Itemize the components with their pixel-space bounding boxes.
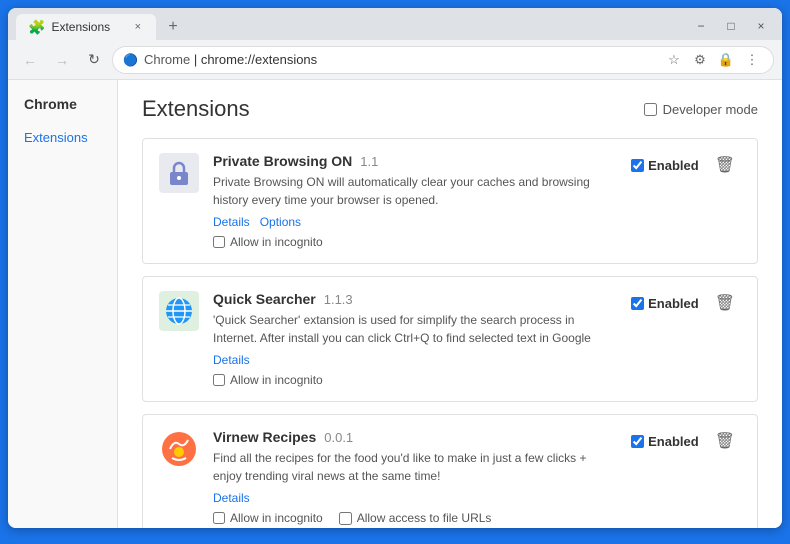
content-header: Extensions Developer mode (142, 96, 758, 122)
back-button[interactable]: ← (16, 46, 44, 74)
extension-file-access-label: Allow access to file URLs (357, 511, 492, 525)
address-text: Chrome | chrome://extensions (144, 52, 657, 67)
extension-details-link[interactable]: Details (213, 491, 250, 505)
extension-incognito-row: Allow in incognito (213, 235, 617, 249)
extension-description: 'Quick Searcher' extansion is used for s… (213, 311, 617, 347)
extension-options-link[interactable]: Options (260, 215, 301, 229)
extension-enabled-label: Enabled (648, 296, 699, 311)
extension-links: Details (213, 353, 617, 367)
extension-enabled-checkbox[interactable] (631, 297, 644, 310)
extension-name-row: Private Browsing ON 1.1 (213, 153, 617, 169)
extension-controls: Enabled 🗑 (631, 429, 741, 453)
extension-controls: Enabled 🗑 (631, 291, 741, 315)
extension-incognito-checkbox[interactable] (213, 374, 225, 386)
page-title: Extensions (142, 96, 250, 122)
content-area: Extensions Developer mode Pr (118, 80, 782, 528)
title-bar: 🧩 Extensions × + − □ × (8, 8, 782, 40)
close-button[interactable]: × (748, 16, 774, 36)
bookmark-button[interactable]: ☆ (663, 49, 685, 71)
extension-body-virnew-recipes: Virnew Recipes 0.0.1 Find all the recipe… (213, 429, 617, 525)
menu-button[interactable]: ⋮ (741, 49, 763, 71)
extension-incognito-checkbox[interactable] (213, 236, 225, 248)
developer-mode-label: Developer mode (663, 102, 758, 117)
extension-version: 0.0.1 (324, 430, 353, 445)
extension-enabled-label: Enabled (648, 158, 699, 173)
address-bar[interactable]: 🔵 Chrome | chrome://extensions ☆ ⚙ 🔒 ⋮ (112, 46, 774, 74)
tab-label: Extensions (51, 20, 110, 34)
extension-enabled-badge: Enabled (631, 296, 699, 311)
extension-incognito-label: Allow in incognito (230, 373, 323, 387)
extension-card-private-browsing: Private Browsing ON 1.1 Private Browsing… (142, 138, 758, 264)
extension-controls: Enabled 🗑 (631, 153, 741, 177)
new-tab-button[interactable]: + (160, 16, 186, 38)
extension-card-quick-searcher: Quick Searcher 1.1.3 'Quick Searcher' ex… (142, 276, 758, 402)
extension-enabled-checkbox[interactable] (631, 159, 644, 172)
extension-details-link[interactable]: Details (213, 215, 250, 229)
extension-version: 1.1.3 (324, 292, 353, 307)
tab-close-button[interactable]: × (132, 20, 144, 34)
extension-name-row: Virnew Recipes 0.0.1 (213, 429, 617, 445)
extension-enabled-badge: Enabled (631, 434, 699, 449)
extension-file-access-checkbox[interactable] (339, 512, 352, 525)
extension-bottom-row: Allow in incognito Allow access to file … (213, 511, 617, 525)
extension-description: Find all the recipes for the food you'd … (213, 449, 617, 485)
extension-links: Details (213, 491, 617, 505)
sidebar: Chrome Extensions (8, 80, 118, 528)
maximize-button[interactable]: □ (718, 16, 744, 36)
extension-enabled-label: Enabled (648, 434, 699, 449)
url-path: chrome://extensions (201, 52, 317, 67)
extension-name: Quick Searcher (213, 291, 316, 307)
extension-name-row: Quick Searcher 1.1.3 (213, 291, 617, 307)
forward-button[interactable]: → (48, 46, 76, 74)
sidebar-item-extensions[interactable]: Extensions (8, 124, 117, 151)
extension-links: Details Options (213, 215, 617, 229)
extension-delete-button[interactable]: 🗑 (709, 291, 741, 315)
toolbar: ← → ↻ 🔵 Chrome | chrome://extensions ☆ ⚙… (8, 40, 782, 80)
browser-window: 🧩 Extensions × + − □ × ← → ↻ 🔵 Chrome | … (8, 8, 782, 528)
address-favicon: 🔵 (123, 53, 138, 67)
extension-details-link[interactable]: Details (213, 353, 250, 367)
url-scheme: Chrome (144, 52, 190, 67)
browser-tab[interactable]: 🧩 Extensions × (16, 14, 156, 40)
address-icons: ☆ ⚙ 🔒 ⋮ (663, 49, 763, 71)
extension-file-access-row: Allow access to file URLs (339, 511, 492, 525)
extension-description: Private Browsing ON will automatically c… (213, 173, 617, 209)
extension-enabled-badge: Enabled (631, 158, 699, 173)
extension-icon-quick-searcher (159, 291, 199, 331)
extension-delete-button[interactable]: 🗑 (709, 153, 741, 177)
main-content: Chrome Extensions Extensions Developer m… (8, 80, 782, 528)
extension-incognito-row: Allow in incognito (213, 373, 617, 387)
extension-body-private-browsing: Private Browsing ON 1.1 Private Browsing… (213, 153, 617, 249)
sidebar-title: Chrome (8, 96, 117, 124)
extension-incognito-label: Allow in incognito (230, 511, 323, 525)
extension-icon-virnew-recipes (159, 429, 199, 469)
extension-enabled-checkbox[interactable] (631, 435, 644, 448)
url-separator: | (194, 52, 201, 67)
extension-name: Virnew Recipes (213, 429, 316, 445)
extension-incognito-row: Allow in incognito (213, 511, 323, 525)
extension-body-quick-searcher: Quick Searcher 1.1.3 'Quick Searcher' ex… (213, 291, 617, 387)
extension-delete-button[interactable]: 🗑 (709, 429, 741, 453)
reload-button[interactable]: ↻ (80, 46, 108, 74)
tab-favicon: 🧩 (28, 19, 45, 36)
extension-settings-button[interactable]: ⚙ (689, 49, 711, 71)
developer-mode-checkbox[interactable] (644, 103, 657, 116)
extension-card-virnew-recipes: Virnew Recipes 0.0.1 Find all the recipe… (142, 414, 758, 528)
extension-icon-private-browsing (159, 153, 199, 193)
minimize-button[interactable]: − (688, 16, 714, 36)
extension-name: Private Browsing ON (213, 153, 352, 169)
extension-version: 1.1 (360, 154, 378, 169)
window-controls: − □ × (688, 16, 774, 36)
extension-incognito-checkbox[interactable] (213, 512, 225, 524)
lock-button[interactable]: 🔒 (715, 49, 737, 71)
extension-incognito-label: Allow in incognito (230, 235, 323, 249)
developer-mode-control: Developer mode (644, 102, 758, 117)
